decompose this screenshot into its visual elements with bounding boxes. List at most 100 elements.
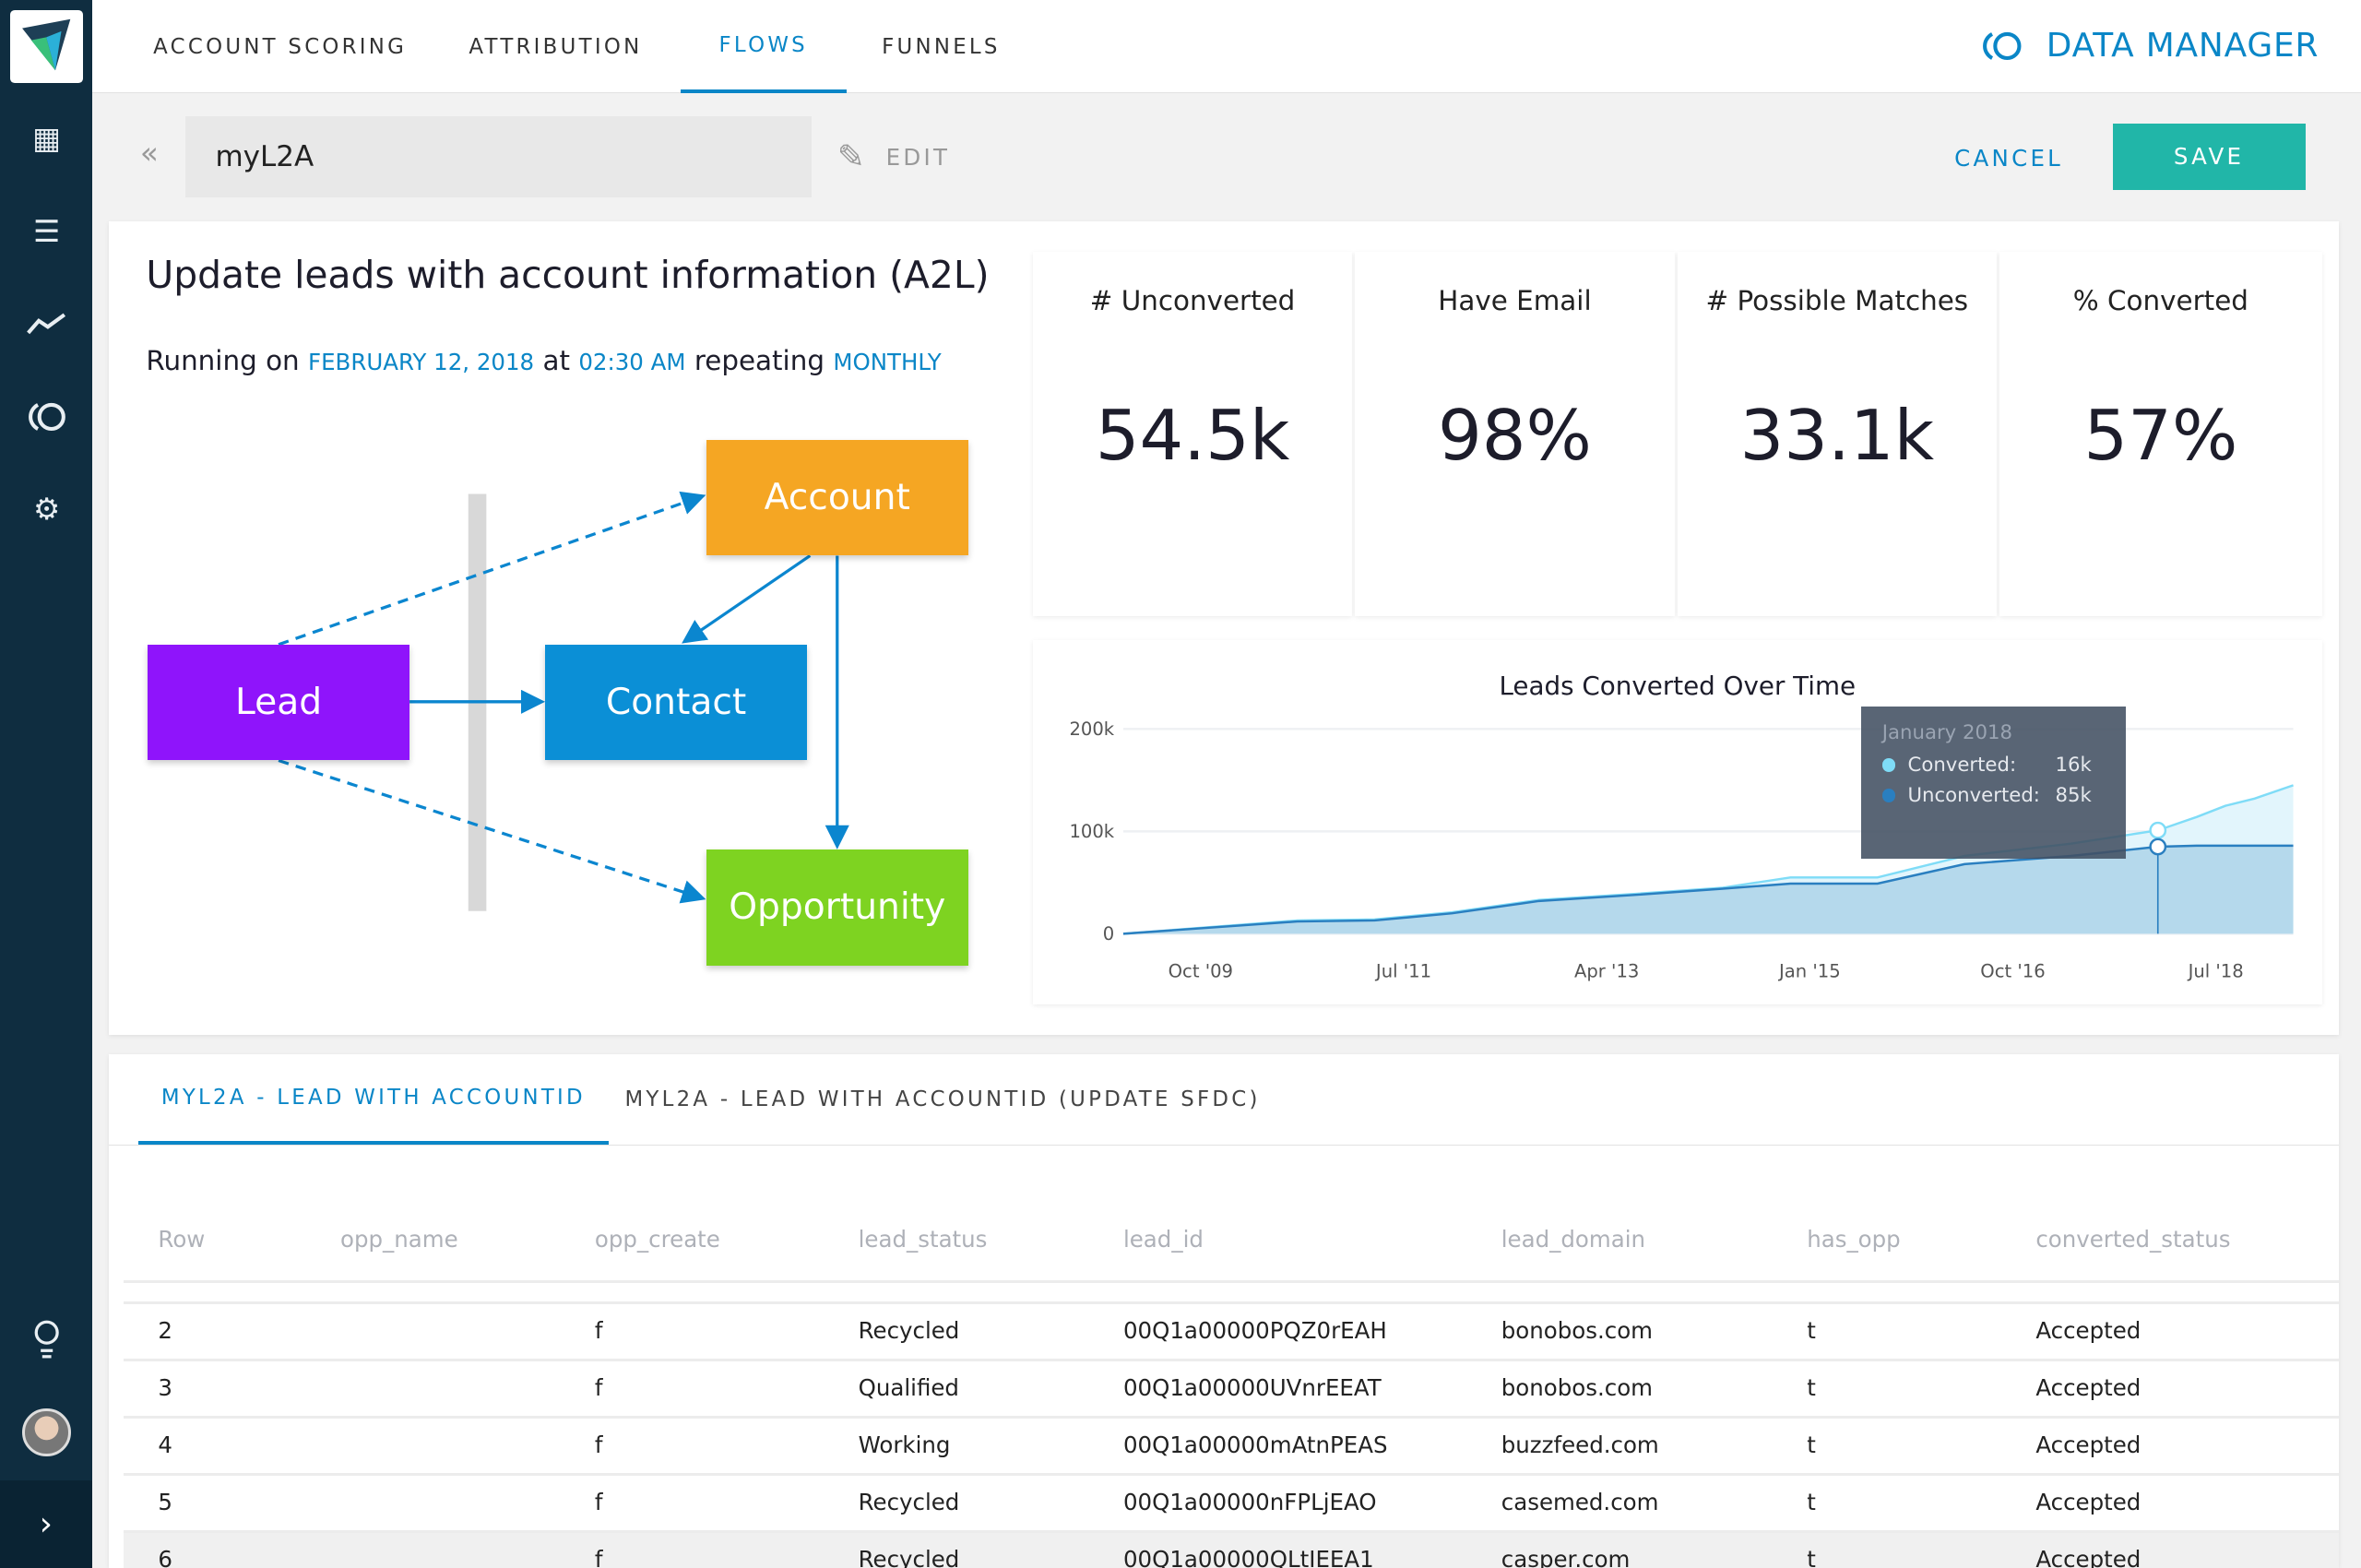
metric-have-email: Have Email 98%: [1355, 251, 1675, 616]
table-cell-converted_status: Accepted: [2035, 1431, 2142, 1459]
table-row[interactable]: 2 f Recycled 00Q1a00000PQZ0rEAH bonobos.com t…: [123, 1301, 2339, 1359]
table-row[interactable]: 5 f Recycled 00Q1a00000nFPLjEAO casemed.com t…: [123, 1472, 2339, 1530]
x-tick-label: Oct '09: [1169, 961, 1233, 982]
node-opportunity[interactable]: Opportunity: [706, 849, 968, 966]
chart-title: Leads Converted Over Time: [1499, 671, 1856, 701]
column-header[interactable]: opp_name: [340, 1226, 458, 1253]
table-cell-Row: 2: [158, 1317, 172, 1345]
tooltip-value: 85k: [2055, 783, 2092, 807]
tab-divider: [108, 1144, 2339, 1146]
table-row[interactable]: 3 f Qualified 00Q1a00000UVnrEEAT bonobos.com…: [123, 1358, 2339, 1416]
table-cell-lead_id: 00Q1a00000QLtIEEA1: [1122, 1546, 1374, 1568]
node-account[interactable]: Account: [706, 439, 968, 556]
table-cell-has_opp: t: [1807, 1489, 1816, 1516]
table-cell-lead_id: 00Q1a00000mAtnPEAS: [1122, 1431, 1388, 1459]
column-header[interactable]: has_opp: [1807, 1226, 1901, 1253]
table-row[interactable]: 4 f Working 00Q1a00000mAtnPEAS buzzfeed.com t…: [123, 1415, 2339, 1473]
x-tick-label: Jul '18: [2187, 961, 2244, 982]
hover-point-converted: [2149, 821, 2167, 839]
table-cell-converted_status: Accepted: [2035, 1374, 2142, 1402]
table-cell-lead_status: Qualified: [858, 1374, 959, 1402]
table-cell-converted_status: Accepted: [2035, 1489, 2142, 1516]
data-manager-link[interactable]: DATA MANAGER: [1980, 27, 2319, 65]
x-tick-label: Jan '15: [1777, 961, 1841, 982]
column-header[interactable]: lead_domain: [1501, 1226, 1645, 1253]
table-cell-converted_status: Accepted: [2035, 1317, 2142, 1345]
edge-lead-opportunity: [278, 758, 706, 904]
table-cell-lead_status: Recycled: [858, 1546, 960, 1568]
tooltip-label: Converted:: [1907, 753, 2017, 777]
avatar[interactable]: [22, 1408, 71, 1456]
tooltip-row-converted: Converted: 16k: [1881, 753, 2106, 777]
table-cell-has_opp: t: [1807, 1317, 1816, 1345]
column-header[interactable]: lead_id: [1123, 1226, 1204, 1253]
legend-dot: [1881, 789, 1896, 802]
tooltip-label: Unconverted:: [1907, 783, 2040, 807]
column-header[interactable]: lead_status: [859, 1226, 988, 1253]
expand-sidebar-button[interactable]: ›: [0, 1479, 92, 1568]
table-cell-lead_domain: casemed.com: [1501, 1489, 1659, 1516]
hover-point-unconverted: [2149, 837, 2167, 856]
table-cell-has_opp: t: [1807, 1374, 1816, 1402]
metric-value: 54.5k: [1095, 394, 1290, 476]
legend-dot: [1881, 757, 1896, 772]
metric-label: # Unconverted: [1089, 284, 1296, 316]
table-cell-lead_id: 00Q1a00000nFPLjEAO: [1122, 1489, 1377, 1516]
table-cell-lead_domain: buzzfeed.com: [1501, 1431, 1659, 1459]
table-tab-update-sfdc[interactable]: MYL2A - LEAD WITH ACCOUNTID (UPDATE SFDC…: [609, 1054, 1277, 1145]
edge-lead-account: [278, 491, 706, 647]
x-tick-label: Oct '16: [1980, 961, 2045, 982]
table-cell-converted_status: Accepted: [2035, 1546, 2142, 1568]
tooltip-row-unconverted: Unconverted: 85k: [1881, 783, 2106, 807]
table-cell-opp_create: f: [594, 1546, 603, 1568]
tooltip-title: January 2018: [1881, 721, 2012, 745]
table-cell-Row: 6: [158, 1546, 172, 1568]
table-cell-Row: 5: [158, 1489, 172, 1516]
tooltip-value: 16k: [2055, 753, 2092, 777]
table-cell-opp_create: f: [594, 1317, 603, 1345]
edge-account-contact: [682, 554, 812, 644]
table-cell-lead_domain: casper.com: [1501, 1546, 1631, 1568]
column-header[interactable]: opp_create: [595, 1226, 720, 1253]
table-cell-lead_status: Working: [858, 1431, 951, 1459]
table-cell-opp_create: f: [594, 1374, 603, 1402]
metric-value: 98%: [1437, 394, 1592, 476]
metric-converted: % Converted 57%: [1999, 251, 2322, 616]
table-cell-has_opp: t: [1807, 1546, 1816, 1568]
table-cell-has_opp: t: [1807, 1431, 1816, 1459]
table-row-partial: [123, 1279, 2339, 1301]
save-button[interactable]: SAVE: [2112, 123, 2306, 190]
cancel-button[interactable]: CANCEL: [1954, 145, 2063, 172]
table-cell-lead_domain: bonobos.com: [1501, 1374, 1654, 1402]
metric-label: # Possible Matches: [1705, 284, 1969, 316]
table-cell-Row: 4: [158, 1431, 172, 1459]
metric-value: 57%: [2083, 394, 2238, 476]
column-header[interactable]: Row: [158, 1226, 205, 1253]
metric-unconverted: # Unconverted 54.5k: [1033, 251, 1353, 616]
table-row[interactable]: 6 f Recycled 00Q1a00000QLtIEEA1 casper.com t A…: [123, 1529, 2339, 1568]
y-tick-label: 100k: [1069, 821, 1114, 842]
leads-converted-chart[interactable]: Leads Converted Over Time 0 100k 200k Oct '…: [1033, 640, 2322, 1004]
node-lead[interactable]: Lead: [148, 644, 410, 761]
x-tick-label: Jul '11: [1374, 961, 1431, 982]
chart-tooltip: January 2018 Converted: 16k Unconverted: 8…: [1860, 706, 2127, 859]
metric-possible-matches: # Possible Matches 33.1k: [1677, 251, 1997, 616]
data-manager-icon: [1983, 31, 2022, 60]
table-cell-Row: 3: [158, 1374, 172, 1402]
table-cell-lead_id: 00Q1a00000PQZ0rEAH: [1122, 1317, 1387, 1345]
metric-label: % Converted: [2072, 284, 2248, 316]
node-contact[interactable]: Contact: [545, 644, 808, 761]
table-cell-opp_create: f: [594, 1489, 603, 1516]
table-tab-lead-with-accountid[interactable]: MYL2A - LEAD WITH ACCOUNTID: [138, 1054, 609, 1145]
table-cell-opp_create: f: [594, 1431, 603, 1459]
data-manager-label: DATA MANAGER: [2046, 27, 2319, 65]
table-cell-lead_status: Recycled: [858, 1489, 960, 1516]
metric-value: 33.1k: [1739, 394, 1935, 476]
y-tick-label: 200k: [1069, 719, 1114, 740]
y-tick-label: 0: [1103, 923, 1114, 944]
x-tick-label: Apr '13: [1574, 961, 1639, 982]
table-cell-lead_id: 00Q1a00000UVnrEEAT: [1122, 1374, 1382, 1402]
lightbulb-icon[interactable]: [22, 1314, 70, 1362]
column-header[interactable]: converted_status: [2035, 1226, 2230, 1253]
table-cell-lead_status: Recycled: [858, 1317, 960, 1345]
